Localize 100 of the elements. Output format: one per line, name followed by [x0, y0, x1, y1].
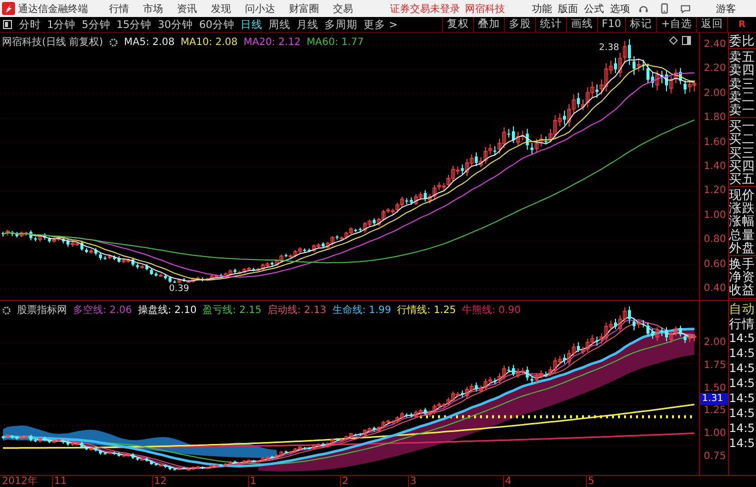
quote-label: 卖二: [729, 90, 756, 103]
quote-label: 收益: [729, 283, 756, 297]
legend-value: 盈亏线: 2.15: [202, 304, 262, 317]
toolbar-button[interactable]: F10: [596, 17, 626, 32]
low-price-label: 0.39: [168, 284, 190, 294]
time-label: 1: [248, 476, 256, 487]
period-tab[interactable]: 30分钟: [158, 18, 194, 32]
period-tab[interactable]: 分时: [19, 18, 41, 32]
axis-label: 1.60: [702, 136, 727, 149]
mode-label[interactable]: 自动: [729, 301, 756, 316]
more-dropdown[interactable]: 更多 >: [364, 18, 398, 32]
menu-item[interactable]: 发现: [211, 2, 231, 16]
app-name: 通达信金融终端: [18, 2, 88, 16]
axis-label: 0.60: [702, 258, 727, 271]
quote-label: 买三: [729, 146, 756, 159]
menu-item[interactable]: 问小达: [245, 2, 275, 16]
toolbar-button[interactable]: 叠加: [472, 17, 504, 32]
period-tab[interactable]: 5分钟: [82, 18, 110, 32]
legend-value: MA10: 2.08: [180, 36, 238, 48]
axis-label: 2.00: [702, 337, 727, 349]
tick-time: 14:5: [729, 436, 756, 451]
quote-label: 卖三: [729, 76, 756, 90]
axis-label: 2.20: [702, 63, 727, 76]
time-label: 11: [52, 476, 67, 487]
quote-label: 买五: [729, 172, 756, 186]
quote-label: 买一: [729, 119, 756, 132]
time-label: 2012年: [1, 476, 38, 487]
quote-label: 涨幅: [729, 214, 756, 228]
menu-item[interactable]: 财富圈: [289, 2, 319, 16]
tick-time: 14:5: [729, 376, 756, 391]
axis-label: 1.20: [702, 185, 727, 198]
legend-value: MA60: 1.77: [306, 36, 364, 48]
period-tab[interactable]: 1分钟: [47, 18, 76, 32]
quote-label: 卖一: [729, 102, 756, 116]
toolbar-button[interactable]: 标记: [625, 17, 656, 32]
time-label: 3: [408, 476, 416, 487]
axis-label: 1.75: [702, 360, 727, 372]
toolbar-button[interactable]: 统计: [534, 17, 566, 32]
axis-label: 1.50: [702, 382, 727, 394]
quote-label: 卖五: [729, 50, 756, 64]
stock-name: 网宿科技: [465, 2, 505, 16]
period-tab[interactable]: 日线: [240, 18, 262, 32]
menu-item[interactable]: 选项: [610, 2, 630, 16]
toolbar-button[interactable]: 多股: [504, 17, 535, 32]
quote-label: 外盘: [729, 240, 756, 254]
tick-time: 14:5: [729, 406, 756, 421]
period-tab[interactable]: 月线: [296, 18, 318, 32]
menu-item[interactable]: 公式: [584, 2, 604, 16]
axis-label: 1.80: [702, 112, 727, 124]
panel-title: 行情: [729, 316, 756, 331]
axis-label: 1.00: [702, 210, 727, 222]
quote-label: 委比: [729, 34, 756, 48]
quote-label: 总量: [729, 228, 756, 241]
corner-label: R: [738, 20, 746, 30]
user-name[interactable]: 游客: [716, 2, 736, 16]
quote-label: 买四: [729, 158, 756, 172]
time-label: 2: [340, 476, 348, 487]
legend-value: 生命线: 1.99: [332, 304, 392, 317]
axis-label: 2.40: [702, 39, 727, 51]
time-label: 12: [152, 476, 167, 487]
menu-item[interactable]: 功能: [532, 2, 552, 16]
tick-time: 14:5: [729, 331, 756, 346]
toolbar-button[interactable]: 复权: [442, 17, 473, 32]
quote-label: 涨跌: [729, 201, 756, 214]
period-tab[interactable]: 15分钟: [116, 18, 152, 32]
login-status: 证券交易未登录: [390, 2, 460, 16]
legend-value: 启动线: 2.13: [267, 304, 326, 317]
legend-value: 行情线: 1.25: [397, 304, 456, 317]
quote-label: 现价: [729, 188, 756, 202]
legend-value: MA20: 2.12: [244, 36, 301, 48]
quote-label: 净资: [729, 270, 756, 284]
axis-label: 1.25: [702, 405, 727, 418]
high-price-label: 2.38: [598, 43, 620, 53]
axis-label: 1.40: [702, 160, 727, 173]
legend-value: 多空线: 2.06: [73, 304, 132, 317]
chart-title: 网宿科技(日线 前复权): [2, 36, 103, 49]
menu-item[interactable]: 市场: [143, 2, 163, 16]
axis-label: 0.40: [702, 282, 727, 295]
time-label: 5: [586, 476, 594, 487]
legend-value: 操盘线: 2.10: [138, 304, 197, 317]
period-tab[interactable]: 60分钟: [199, 18, 234, 32]
toolbar-button[interactable]: +自选: [656, 17, 696, 32]
toolbar-button[interactable]: 画线: [566, 17, 597, 32]
quote-label: 卖四: [729, 63, 756, 77]
menu-item[interactable]: 版面: [558, 2, 578, 16]
tick-time: 14:5: [729, 346, 756, 361]
toolbar-button[interactable]: 返回: [696, 17, 728, 32]
axis-label: 0.75: [702, 450, 727, 463]
menu-item[interactable]: 交易: [333, 2, 353, 16]
tick-time: 14:5: [729, 421, 756, 436]
tick-time: 14:5: [729, 391, 756, 406]
tick-time: 14:5: [729, 361, 756, 376]
menu-item[interactable]: 资讯: [177, 2, 197, 16]
legend-value: MA5: 2.08: [124, 36, 175, 48]
time-label: 4: [503, 476, 512, 487]
period-tab[interactable]: 周线: [268, 18, 290, 32]
quote-label: 换手: [729, 257, 756, 270]
period-tab[interactable]: 多周期: [324, 18, 358, 32]
menu-item[interactable]: 行情: [109, 2, 129, 16]
axis-label: 0.80: [702, 234, 727, 246]
